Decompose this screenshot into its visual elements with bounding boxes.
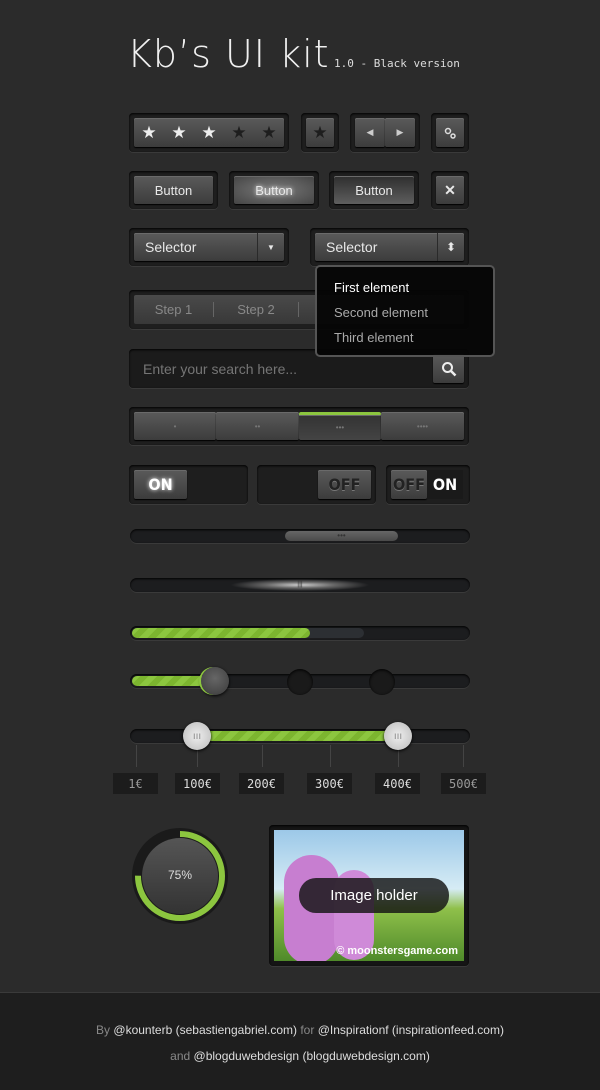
star-icon[interactable]: ★ (224, 123, 254, 143)
tick-mark (262, 745, 263, 767)
up-down-icon[interactable]: ⬍ (437, 233, 464, 261)
scrollbar-thumb[interactable]: ||| (230, 579, 370, 591)
star-icon[interactable]: ★ (254, 123, 284, 143)
selector-value: Selector (326, 239, 378, 255)
gear-icon (444, 127, 456, 139)
scrollbar-horizontal[interactable]: ••• (130, 529, 470, 543)
prev-button[interactable]: ◀ (355, 118, 385, 147)
settings-well (431, 113, 469, 152)
toggle-knob[interactable]: ON (134, 470, 187, 499)
button-well: Button (229, 171, 319, 209)
client-link[interactable]: @Inspirationf (inspirationfeed.com) (318, 1023, 504, 1037)
segment-2[interactable]: •• (216, 412, 299, 440)
toggle-off[interactable]: OFF (257, 465, 376, 504)
footer-text: and (170, 1049, 191, 1063)
step-slider-stop[interactable] (369, 669, 395, 695)
range-tick-label: 200€ (239, 773, 284, 794)
favorite-well: ★ (301, 113, 339, 152)
footer: By @kounterb (sebastiengabriel.com) for … (0, 993, 600, 1090)
step-slider-stop[interactable] (287, 669, 313, 695)
partner-link[interactable]: @blogduwebdesign (blogduwebdesign.com) (194, 1049, 430, 1063)
image-holder-label: Image holder (299, 878, 449, 913)
tick-mark (136, 745, 137, 767)
close-button[interactable]: ✕ (436, 176, 464, 204)
author-link[interactable]: @kounterb (sebastiengabriel.com) (113, 1023, 297, 1037)
range-fill (197, 731, 397, 741)
search-input[interactable] (134, 354, 432, 383)
tick-mark (330, 745, 331, 767)
step-2[interactable]: Step 2 (214, 302, 299, 317)
selector-dropdown-open[interactable]: Selector ⬍ (315, 233, 464, 261)
selector-well: Selector ⬍ (310, 228, 469, 266)
page-subtitle: 1.0 - Black version (334, 57, 460, 70)
close-well: ✕ (431, 171, 469, 209)
button-pressed[interactable]: Button (334, 176, 414, 204)
range-min-handle[interactable]: ııı (183, 722, 211, 750)
star-icon[interactable]: ★ (194, 123, 224, 143)
settings-button[interactable] (436, 118, 464, 147)
segment-4[interactable]: •••• (381, 412, 464, 440)
segment-1[interactable]: • (134, 412, 216, 440)
toggle-on-label[interactable]: ON (427, 470, 463, 499)
step-1[interactable]: Step 1 (134, 302, 214, 317)
image-credit: © moonstersgame.com (336, 945, 458, 957)
footer-text: By (96, 1023, 111, 1037)
toggle-knob[interactable]: OFF (318, 470, 371, 499)
button-well: Button (129, 171, 218, 209)
star-rating[interactable]: ★ ★ ★ ★ ★ (134, 118, 284, 147)
progress-fill (132, 628, 311, 638)
range-slider[interactable] (130, 729, 470, 743)
selector-dropdown[interactable]: Selector ▼ (134, 233, 284, 261)
scrollbar-thumb[interactable]: ••• (285, 531, 398, 541)
segmented-well: • •• ••• •••• (129, 407, 469, 445)
pager-well: ◀ ▶ (350, 113, 420, 152)
image-holder[interactable]: Image holder © moonstersgame.com (274, 830, 464, 961)
dropdown-item[interactable]: Third element (334, 325, 493, 350)
rating-well: ★ ★ ★ ★ ★ (129, 113, 289, 152)
star-icon[interactable]: ★ (134, 123, 164, 143)
dropdown-item[interactable]: Second element (334, 300, 493, 325)
dropdown-menu: First element Second element Third eleme… (315, 265, 495, 357)
step-slider-knob[interactable] (201, 667, 229, 695)
next-button[interactable]: ▶ (385, 118, 415, 147)
favorite-button[interactable]: ★ (306, 118, 334, 147)
toggle-off-label[interactable]: OFF (391, 470, 427, 499)
search-button[interactable] (433, 354, 464, 383)
segment-3-active[interactable]: ••• (299, 412, 381, 440)
selector-value: Selector (145, 239, 197, 255)
tick-mark (463, 745, 464, 767)
selector-well: Selector ▼ (129, 228, 289, 266)
button-well: Button (329, 171, 419, 209)
search-icon (441, 361, 456, 376)
toggle-switch[interactable]: OFF ON (386, 465, 470, 504)
toggle-on[interactable]: ON (129, 465, 248, 504)
scrollbar-glow[interactable]: ||| (130, 578, 470, 592)
progress-bar (130, 626, 470, 640)
star-icon[interactable]: ★ (164, 123, 194, 143)
dropdown-item[interactable]: First element (334, 275, 493, 300)
circular-progress: 75% (130, 826, 230, 926)
chevron-down-icon[interactable]: ▼ (257, 233, 284, 261)
range-tick-label: 100€ (175, 773, 220, 794)
page-title: Kb’s UI kit (127, 32, 330, 76)
footer-text: for (300, 1023, 315, 1037)
circular-progress-label: 75% (167, 868, 193, 882)
range-tick-label: 300€ (307, 773, 352, 794)
button-hover[interactable]: Button (234, 176, 314, 204)
range-max-handle[interactable]: ııı (384, 722, 412, 750)
range-tick-label: 500€ (441, 773, 486, 794)
range-tick-label: 1€ (113, 773, 158, 794)
image-holder-frame: Image holder © moonstersgame.com (269, 825, 469, 966)
range-tick-label: 400€ (375, 773, 420, 794)
button-default[interactable]: Button (134, 176, 213, 204)
